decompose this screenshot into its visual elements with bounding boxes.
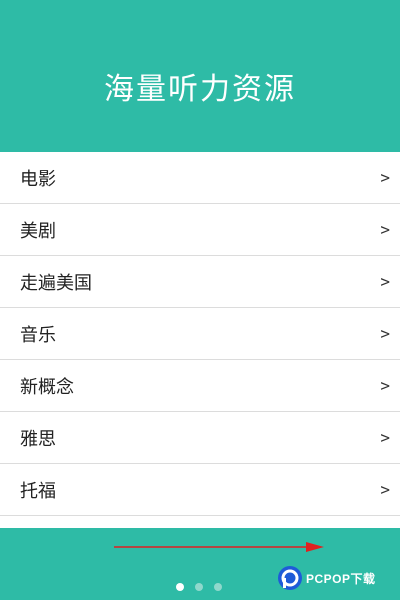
list-item-label: 雅思: [20, 428, 56, 450]
watermark-text: PCPOP下载: [306, 571, 376, 586]
list-item-ielts[interactable]: 雅思 >: [0, 412, 400, 464]
chevron-right-icon: >: [380, 324, 390, 343]
chevron-right-icon: >: [380, 220, 390, 239]
chevron-right-icon: >: [380, 272, 390, 291]
list-item-tv-series[interactable]: 美剧 >: [0, 204, 400, 256]
pcpop-logo-icon: [278, 566, 302, 590]
list-item-label: 新概念: [20, 376, 74, 398]
watermark: PCPOP下载: [276, 564, 376, 592]
header-banner: 海量听力资源: [0, 0, 400, 152]
page-dot[interactable]: [195, 583, 203, 591]
list-item-label: 托福: [20, 480, 56, 502]
resource-list: 电影 > 美剧 > 走遍美国 > 音乐 > 新概念 > 雅思 > 托福 >: [0, 152, 400, 528]
list-item-label: 走遍美国: [20, 272, 92, 294]
list-item-music[interactable]: 音乐 >: [0, 308, 400, 360]
chevron-right-icon: >: [380, 376, 390, 395]
list-item-new-concept[interactable]: 新概念 >: [0, 360, 400, 412]
swipe-arrow-icon: [114, 542, 324, 552]
footer-bar: PCPOP下载: [0, 528, 400, 600]
chevron-right-icon: >: [380, 480, 390, 499]
chevron-right-icon: >: [380, 168, 390, 187]
page-title: 海量听力资源: [104, 72, 296, 107]
page-dot[interactable]: [176, 583, 184, 591]
list-item-label: 电影: [20, 168, 56, 190]
list-item-label: 美剧: [20, 220, 56, 242]
page-indicator: [176, 583, 222, 591]
page-dot[interactable]: [214, 583, 222, 591]
list-item-toefl[interactable]: 托福 >: [0, 464, 400, 516]
chevron-right-icon: >: [380, 428, 390, 447]
list-item-label: 音乐: [20, 324, 56, 346]
list-item-movies[interactable]: 电影 >: [0, 152, 400, 204]
list-item-family-album-usa[interactable]: 走遍美国 >: [0, 256, 400, 308]
